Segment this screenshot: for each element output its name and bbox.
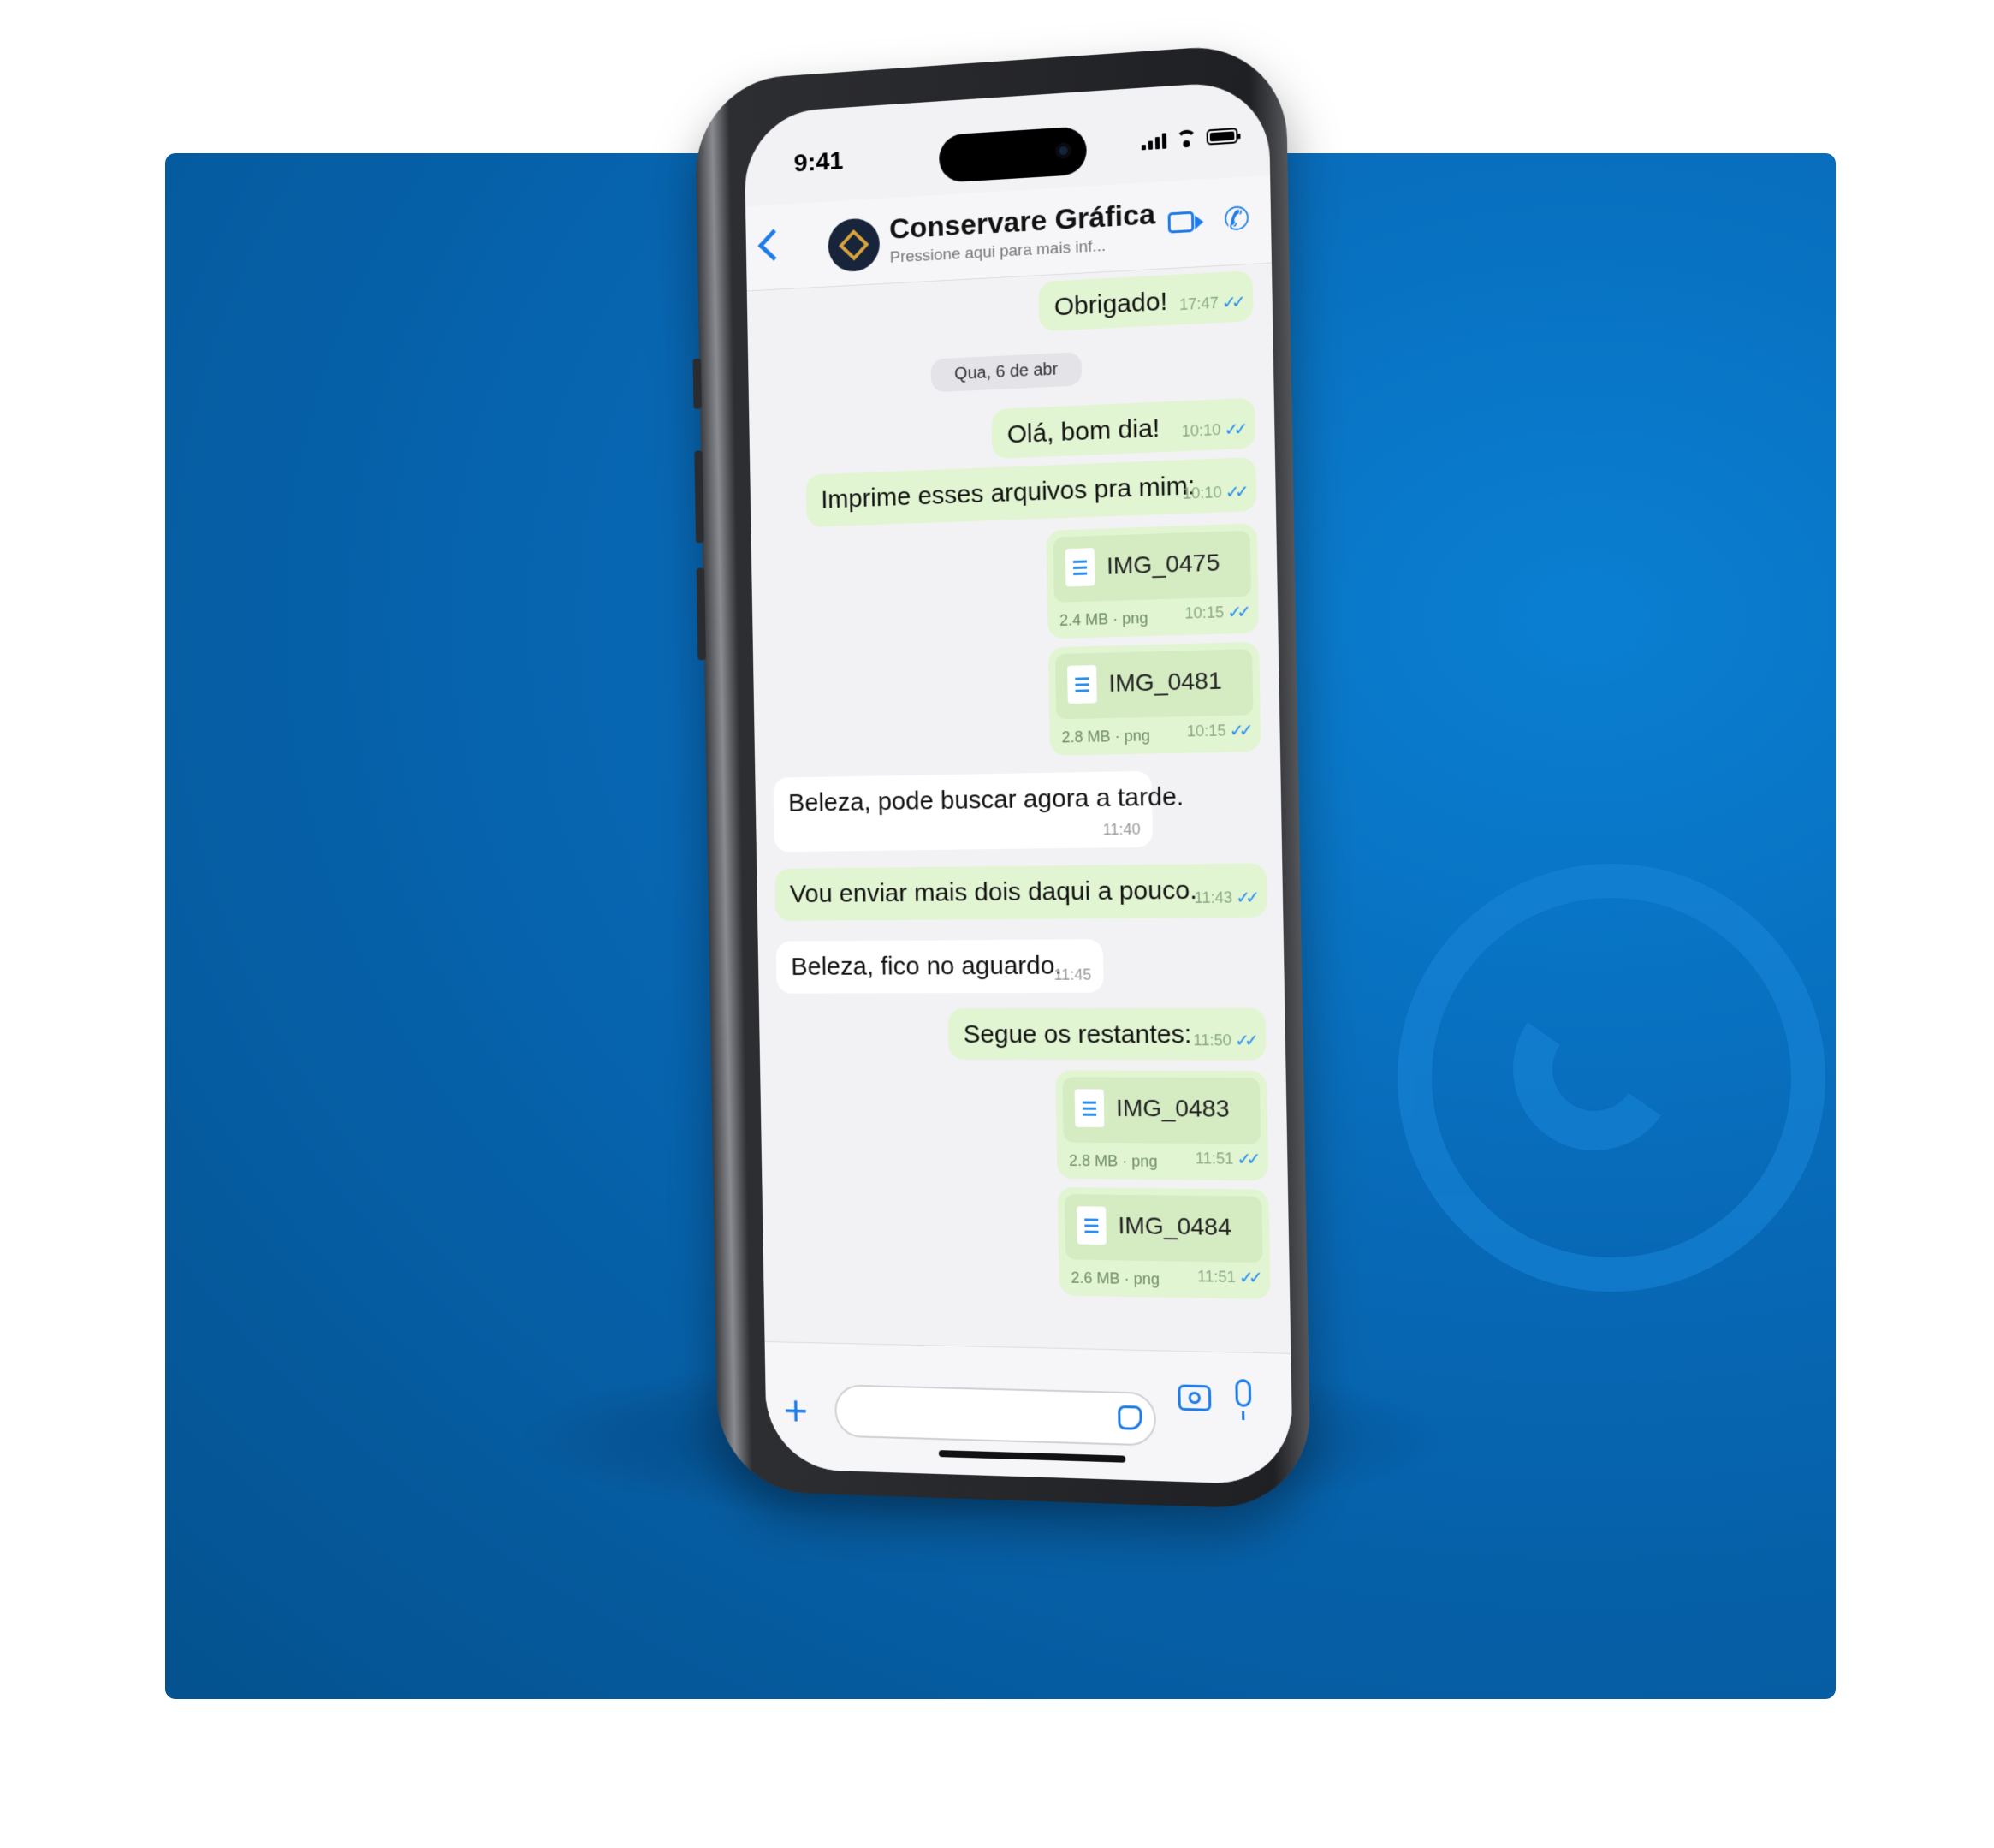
read-receipt-icon: ✓✓: [1229, 720, 1248, 742]
file-size: 2.8 MB: [1069, 1152, 1118, 1170]
read-receipt-icon: ✓✓: [1239, 1267, 1258, 1289]
file-name: IMG_0481: [1108, 667, 1222, 698]
file-extension: png: [1134, 1270, 1160, 1288]
message-list: Obrigado! 17:47 ✓✓ Qua, 6 de abr Olá, bom…: [747, 264, 1291, 1354]
read-receipt-icon: ✓✓: [1225, 481, 1244, 503]
message-bubble-outgoing[interactable]: Obrigado! 17:47 ✓✓: [1038, 270, 1253, 331]
file-size: 2.6 MB: [1071, 1269, 1119, 1287]
file-name: IMG_0484: [1118, 1212, 1231, 1241]
list-item: IMG_0475 2.4 MB · png 10:15 ✓✓: [769, 523, 1259, 650]
file-name: IMG_0483: [1116, 1095, 1230, 1123]
message-time: 11:43: [1194, 888, 1232, 907]
back-chevron-icon[interactable]: [758, 229, 790, 261]
microphone-icon[interactable]: [1235, 1379, 1251, 1407]
list-item: Beleza, fico no aguardo. 11:45: [776, 938, 1266, 995]
document-icon: [1067, 665, 1097, 704]
read-receipt-icon: ✓✓: [1236, 887, 1255, 909]
whatsapp-logo-icon: [1398, 864, 1825, 1292]
file-attachment[interactable]: IMG_0483 2.8 MB · png 11:51 ✓✓: [1055, 1070, 1268, 1180]
read-receipt-icon: ✓✓: [1227, 601, 1246, 623]
message-bubble-outgoing[interactable]: Imprime esses arquivos pra mim: 10:10 ✓✓: [806, 457, 1257, 527]
message-text: Beleza, pode buscar agora a tarde.: [788, 782, 1184, 817]
read-receipt-icon: ✓✓: [1237, 1148, 1255, 1170]
read-receipt-icon: ✓✓: [1235, 1030, 1254, 1051]
phone-screen: 9:41 Conservare Gráfica Pressione aqui p…: [744, 80, 1293, 1485]
message-bubble-incoming[interactable]: Beleza, fico no aguardo. 11:45: [776, 939, 1104, 993]
date-separator: Qua, 6 de abr: [931, 352, 1083, 392]
list-item: Beleza, pode buscar agora a tarde. 11:40: [773, 769, 1262, 853]
message-bubble-outgoing[interactable]: Segue os restantes: 11:50 ✓✓: [948, 1008, 1267, 1061]
message-bubble-incoming[interactable]: Beleza, pode buscar agora a tarde. 11:40: [773, 771, 1153, 853]
message-text: Beleza, fico no aguardo.: [791, 952, 1062, 981]
message-time: 11:45: [1053, 966, 1091, 984]
status-icons: [1142, 127, 1238, 150]
message-time: 10:10: [1183, 484, 1222, 503]
status-time: 9:41: [793, 146, 843, 178]
message-text: Olá, bom dia!: [1007, 414, 1160, 449]
message-time: 11:51: [1196, 1150, 1234, 1168]
message-time: 10:15: [1187, 722, 1226, 740]
contact-avatar[interactable]: [828, 217, 880, 273]
logo-icon: [839, 229, 869, 260]
list-item: Olá, bom dia! 10:10 ✓✓: [767, 398, 1255, 470]
read-receipt-icon: ✓✓: [1222, 291, 1241, 314]
document-icon: [1075, 1089, 1105, 1126]
message-text: Vou enviar mais dois daqui a pouco.: [790, 876, 1197, 909]
file-extension: png: [1122, 609, 1148, 627]
list-item: IMG_0483 2.8 MB · png 11:51 ✓✓: [778, 1069, 1268, 1184]
phone-device: 9:41 Conservare Gráfica Pressione aqui p…: [695, 42, 1312, 1511]
message-text: Segue os restantes:: [963, 1020, 1191, 1049]
list-item: Vou enviar mais dois daqui a pouco. 11:4…: [774, 863, 1264, 923]
home-indicator[interactable]: [939, 1450, 1126, 1463]
message-time: 10:10: [1181, 421, 1220, 441]
silent-switch: [692, 359, 701, 409]
dynamic-island: [939, 126, 1087, 183]
message-text: Imprime esses arquivos pra mim:: [821, 472, 1196, 514]
status-bar: 9:41: [745, 115, 1270, 190]
contact-name[interactable]: Conservare Gráfica: [889, 198, 1156, 247]
document-icon: [1065, 548, 1095, 586]
camera-icon[interactable]: [1178, 1384, 1211, 1411]
volume-up-button: [694, 450, 703, 543]
sticker-icon[interactable]: [1118, 1405, 1142, 1430]
message-time: 11:51: [1197, 1268, 1236, 1286]
list-item: IMG_0484 2.6 MB · png 11:51 ✓✓: [780, 1184, 1270, 1303]
list-item: Qua, 6 de abr: [766, 344, 1255, 405]
list-item: Imprime esses arquivos pra mim: 10:10 ✓✓: [768, 457, 1256, 531]
file-attachment[interactable]: IMG_0484 2.6 MB · png 11:51 ✓✓: [1058, 1187, 1271, 1299]
video-call-icon[interactable]: [1168, 211, 1195, 234]
phone-call-icon[interactable]: ✆: [1221, 201, 1251, 238]
file-size: 2.8 MB: [1061, 728, 1110, 746]
read-receipt-icon: ✓✓: [1224, 419, 1243, 441]
battery-icon: [1207, 128, 1238, 146]
message-text: Obrigado!: [1054, 287, 1168, 321]
front-camera-icon: [1056, 142, 1071, 158]
wifi-icon: [1175, 129, 1198, 148]
file-attachment[interactable]: IMG_0481 2.8 MB · png 10:15 ✓✓: [1048, 642, 1261, 756]
message-composer: +: [765, 1341, 1294, 1485]
message-time: 17:47: [1179, 294, 1219, 315]
file-extension: png: [1131, 1152, 1158, 1170]
list-item: IMG_0481 2.8 MB · png 10:15 ✓✓: [771, 642, 1261, 764]
list-item: Segue os restantes: 11:50 ✓✓: [777, 1008, 1267, 1062]
file-attachment[interactable]: IMG_0475 2.4 MB · png 10:15 ✓✓: [1046, 523, 1259, 639]
cellular-signal-icon: [1142, 131, 1167, 150]
message-time: 11:40: [1103, 821, 1141, 840]
message-input[interactable]: [834, 1384, 1156, 1446]
plus-icon[interactable]: +: [784, 1393, 809, 1428]
file-name: IMG_0475: [1107, 549, 1220, 580]
volume-down-button: [697, 567, 706, 660]
message-time: 11:50: [1193, 1031, 1231, 1049]
message-bubble-outgoing[interactable]: Olá, bom dia! 10:10 ✓✓: [991, 398, 1255, 460]
message-bubble-outgoing[interactable]: Vou enviar mais dois daqui a pouco. 11:4…: [774, 863, 1267, 921]
file-extension: png: [1124, 727, 1150, 745]
file-size: 2.4 MB: [1059, 610, 1108, 629]
message-time: 10:15: [1184, 603, 1224, 623]
document-icon: [1077, 1206, 1107, 1245]
